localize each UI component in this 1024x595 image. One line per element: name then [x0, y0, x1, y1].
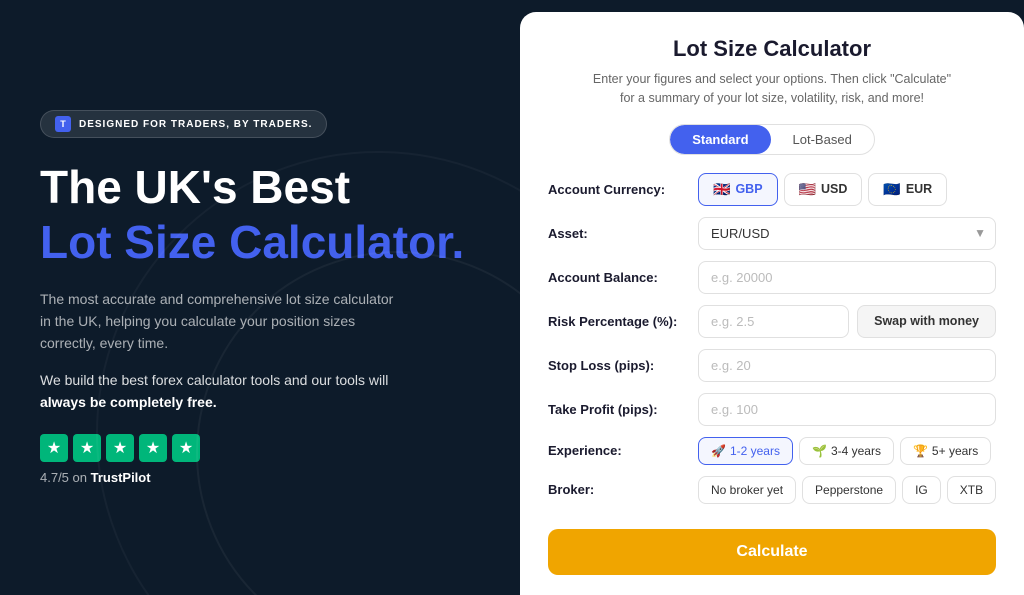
trustpilot-text: 4.7/5 on TrustPilot — [40, 470, 480, 485]
account-balance-label: Account Balance: — [548, 270, 698, 285]
broker-group: No broker yet Pepperstone IG XTB Vantage… — [698, 476, 996, 504]
experience-group: 🚀 1-2 years 🌱 3-4 years 🏆 5+ years — [698, 437, 996, 465]
broker-pepperstone[interactable]: Pepperstone — [802, 476, 896, 504]
broker-ig[interactable]: IG — [902, 476, 941, 504]
gbp-flag: 🇬🇧 — [713, 181, 730, 198]
description1: The most accurate and comprehensive lot … — [40, 288, 400, 355]
broker-label: Broker: — [548, 482, 698, 497]
star-4: ★ — [139, 434, 167, 462]
risk-percentage-label: Risk Percentage (%): — [548, 314, 698, 329]
exp-1-2-label: 1-2 years — [730, 444, 780, 458]
calculator-title: Lot Size Calculator — [548, 36, 996, 62]
currency-usd[interactable]: 🇺🇸 USD — [784, 173, 863, 206]
headline-blue: Lot Size Calculator. — [40, 217, 480, 268]
experience-row: Experience: 🚀 1-2 years 🌱 3-4 years 🏆 5+… — [548, 437, 996, 465]
star-5: ★ — [172, 434, 200, 462]
star-1: ★ — [40, 434, 68, 462]
currency-group: 🇬🇧 GBP 🇺🇸 USD 🇪🇺 EUR — [698, 173, 996, 206]
account-balance-row: Account Balance: — [548, 261, 996, 294]
experience-5-plus-years[interactable]: 🏆 5+ years — [900, 437, 991, 465]
account-currency-row: Account Currency: 🇬🇧 GBP 🇺🇸 USD 🇪🇺 EUR — [548, 173, 996, 206]
take-profit-input[interactable] — [698, 393, 996, 426]
broker-xtb[interactable]: XTB — [947, 476, 996, 504]
calculator-subtitle: Enter your figures and select your optio… — [592, 70, 952, 108]
exp-1-2-icon: 🚀 — [711, 444, 726, 458]
stop-loss-row: Stop Loss (pips): — [548, 349, 996, 382]
currency-eur[interactable]: 🇪🇺 EUR — [868, 173, 947, 206]
asset-label: Asset: — [548, 226, 698, 241]
exp-3-4-icon: 🌱 — [812, 444, 827, 458]
exp-3-4-label: 3-4 years — [831, 444, 881, 458]
badge-text: DESIGNED FOR TRADERS, BY TRADERS. — [79, 119, 312, 130]
description2: We build the best forex calculator tools… — [40, 369, 400, 414]
take-profit-label: Take Profit (pips): — [548, 402, 698, 417]
left-panel: T DESIGNED FOR TRADERS, BY TRADERS. The … — [0, 0, 520, 595]
headline-white: The UK's Best — [40, 162, 480, 213]
star-3: ★ — [106, 434, 134, 462]
usd-label: USD — [821, 182, 847, 196]
take-profit-input-wrapper — [698, 393, 996, 426]
experience-1-2-years[interactable]: 🚀 1-2 years — [698, 437, 793, 465]
badge-icon: T — [55, 116, 71, 132]
asset-select[interactable]: EUR/USD GBP/USD USD/JPY AUD/USD — [698, 217, 996, 250]
badge: T DESIGNED FOR TRADERS, BY TRADERS. — [40, 110, 327, 138]
trustpilot-brand: TrustPilot — [91, 470, 151, 485]
swap-with-money-button[interactable]: Swap with money — [857, 305, 996, 338]
calculator-panel: Lot Size Calculator Enter your figures a… — [520, 12, 1024, 595]
broker-no-broker[interactable]: No broker yet — [698, 476, 796, 504]
tab-lot-based[interactable]: Lot-Based — [771, 125, 874, 154]
calculate-button[interactable]: Calculate — [548, 529, 996, 575]
stop-loss-input-wrapper — [698, 349, 996, 382]
gbp-label: GBP — [735, 182, 762, 196]
stop-loss-input[interactable] — [698, 349, 996, 382]
eur-label: EUR — [906, 182, 932, 196]
exp-5-plus-icon: 🏆 — [913, 444, 928, 458]
eur-flag: 🇪🇺 — [883, 181, 900, 198]
broker-row: Broker: No broker yet Pepperstone IG XTB… — [548, 476, 996, 504]
risk-percentage-row: Risk Percentage (%): Swap with money — [548, 305, 996, 338]
asset-select-wrapper: EUR/USD GBP/USD USD/JPY AUD/USD ▼ — [698, 217, 996, 250]
stop-loss-label: Stop Loss (pips): — [548, 358, 698, 373]
bold-text: always be completely free. — [40, 394, 217, 410]
exp-5-plus-label: 5+ years — [932, 444, 978, 458]
take-profit-row: Take Profit (pips): — [548, 393, 996, 426]
star-rating: ★ ★ ★ ★ ★ — [40, 434, 480, 462]
usd-flag: 🇺🇸 — [799, 181, 816, 198]
star-2: ★ — [73, 434, 101, 462]
account-balance-input-wrapper — [698, 261, 996, 294]
tab-toggle: Standard Lot-Based — [669, 124, 875, 155]
risk-group: Swap with money — [698, 305, 996, 338]
tab-standard[interactable]: Standard — [670, 125, 770, 154]
account-currency-label: Account Currency: — [548, 182, 698, 197]
asset-row: Asset: EUR/USD GBP/USD USD/JPY AUD/USD ▼ — [548, 217, 996, 250]
experience-label: Experience: — [548, 443, 698, 458]
account-balance-input[interactable] — [698, 261, 996, 294]
experience-3-4-years[interactable]: 🌱 3-4 years — [799, 437, 894, 465]
currency-gbp[interactable]: 🇬🇧 GBP — [698, 173, 778, 206]
risk-percentage-input[interactable] — [698, 305, 849, 338]
